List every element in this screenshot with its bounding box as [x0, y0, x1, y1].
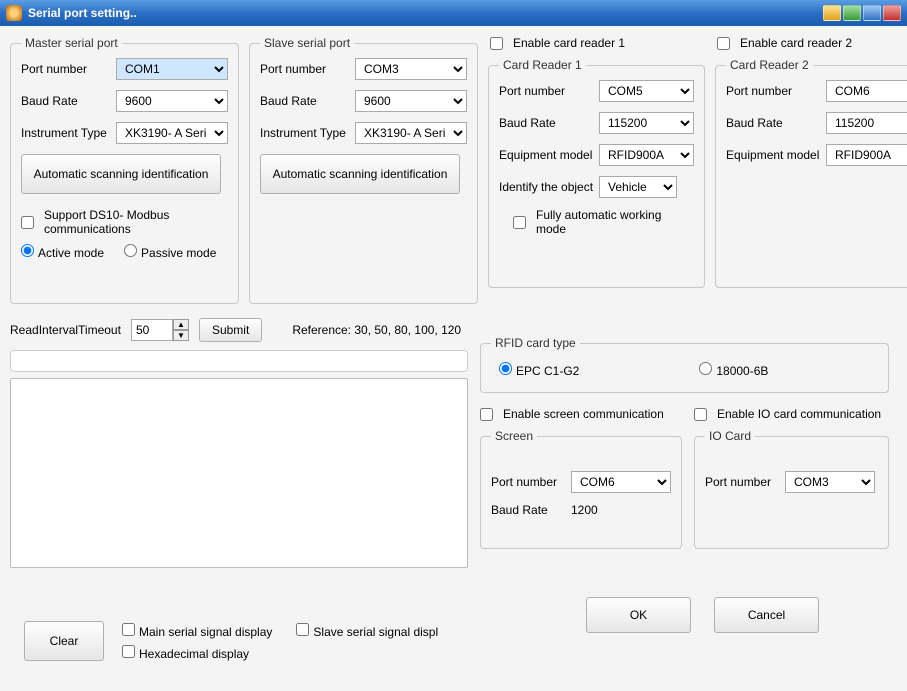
iocard-port-label: Port number	[705, 475, 785, 489]
cancel-button[interactable]: Cancel	[714, 597, 819, 633]
active-mode-radio-wrap[interactable]: Active mode	[21, 244, 104, 260]
iocard-group: IO Card Port numberCOM3	[694, 429, 889, 549]
enable-reader2-label: Enable card reader 2	[740, 36, 852, 50]
reader1-column: Enable card reader 1 Card Reader 1 Port …	[488, 36, 705, 304]
main-signal-wrap[interactable]: Main serial signal display	[122, 623, 272, 639]
master-port-label: Port number	[21, 62, 116, 76]
rfid-18000-radio[interactable]	[699, 362, 712, 375]
reader1-model-label: Equipment model	[499, 148, 599, 162]
submit-button[interactable]: Submit	[199, 318, 262, 342]
slave-group: Slave serial port Port number COM3 Baud …	[249, 36, 478, 304]
timeout-label: ReadIntervalTimeout	[10, 323, 121, 337]
reader2-port-select[interactable]: COM6	[826, 80, 907, 102]
timeout-down-button[interactable]: ▼	[173, 330, 189, 341]
app-icon	[6, 5, 22, 21]
window-title: Serial port setting..	[28, 6, 137, 20]
reader2-legend: Card Reader 2	[726, 58, 813, 72]
iocard-legend: IO Card	[705, 429, 755, 443]
master-baud-label: Baud Rate	[21, 94, 116, 108]
log-textarea[interactable]	[10, 378, 468, 568]
clear-button[interactable]: Clear	[24, 621, 104, 661]
active-mode-radio[interactable]	[21, 244, 34, 257]
passive-mode-radio-wrap[interactable]: Passive mode	[124, 244, 216, 260]
main-signal-checkbox[interactable]	[122, 623, 135, 636]
support-ds10-checkbox[interactable]	[21, 216, 34, 229]
rfid-group: RFID card type EPC C1-G2 18000-6B	[480, 336, 889, 393]
screen-baud-value: 1200	[571, 503, 598, 517]
reader2-port-label: Port number	[726, 84, 826, 98]
reader1-auto-checkbox[interactable]	[513, 216, 526, 229]
reader1-object-label: Identify the object	[499, 180, 599, 194]
maximize-button[interactable]	[843, 5, 861, 21]
slave-baud-label: Baud Rate	[260, 94, 355, 108]
screen-port-label: Port number	[491, 475, 571, 489]
master-port-select[interactable]: COM1	[116, 58, 228, 80]
slave-instr-select[interactable]: XK3190- A Serial	[355, 122, 467, 144]
rfid-legend: RFID card type	[491, 336, 580, 350]
slave-instr-label: Instrument Type	[260, 126, 355, 140]
master-instr-label: Instrument Type	[21, 126, 116, 140]
enable-reader1-checkbox[interactable]	[490, 37, 503, 50]
support-ds10-label: Support DS10- Modbus communications	[44, 208, 228, 236]
timeout-input[interactable]	[131, 319, 173, 341]
status-bar	[10, 350, 468, 372]
rfid-opt1-wrap[interactable]: EPC C1-G2	[499, 362, 579, 378]
reader1-model-select[interactable]: RFID900A	[599, 144, 694, 166]
ok-button[interactable]: OK	[586, 597, 691, 633]
passive-mode-radio[interactable]	[124, 244, 137, 257]
hex-checkbox[interactable]	[122, 645, 135, 658]
reader1-baud-label: Baud Rate	[499, 116, 599, 130]
timeout-up-button[interactable]: ▲	[173, 319, 189, 330]
rfid-epc-radio[interactable]	[499, 362, 512, 375]
reader2-group: Card Reader 2 Port numberCOM6 Baud Rate1…	[715, 58, 907, 288]
slave-port-select[interactable]: COM3	[355, 58, 467, 80]
close-button[interactable]	[883, 5, 901, 21]
screen-port-select[interactable]: COM6	[571, 471, 671, 493]
reader2-model-select[interactable]: RFID900A	[826, 144, 907, 166]
reader1-object-select[interactable]: Vehicle	[599, 176, 677, 198]
timeout-reference: Reference: 30, 50, 80, 100, 120	[292, 323, 461, 337]
enable-iocard-checkbox[interactable]	[694, 408, 707, 421]
master-instr-select[interactable]: XK3190- A Serial	[116, 122, 228, 144]
reader2-baud-select[interactable]: 115200	[826, 112, 907, 134]
reader1-baud-select[interactable]: 115200	[599, 112, 694, 134]
minimize-button[interactable]	[823, 5, 841, 21]
slave-port-label: Port number	[260, 62, 355, 76]
screen-legend: Screen	[491, 429, 537, 443]
enable-reader2-checkbox[interactable]	[717, 37, 730, 50]
iocard-port-select[interactable]: COM3	[785, 471, 875, 493]
enable-reader1-label: Enable card reader 1	[513, 36, 625, 50]
hex-wrap[interactable]: Hexadecimal display	[122, 645, 438, 661]
slave-legend: Slave serial port	[260, 36, 354, 50]
rfid-opt2-wrap[interactable]: 18000-6B	[699, 362, 768, 378]
master-legend: Master serial port	[21, 36, 122, 50]
reader2-model-label: Equipment model	[726, 148, 826, 162]
slave-signal-checkbox[interactable]	[296, 623, 309, 636]
reader1-legend: Card Reader 1	[499, 58, 586, 72]
master-baud-select[interactable]: 9600	[116, 90, 228, 112]
enable-screen-label: Enable screen communication	[503, 407, 664, 421]
master-group: Master serial port Port number COM1 Baud…	[10, 36, 239, 304]
reader1-port-select[interactable]: COM5	[599, 80, 694, 102]
reader2-baud-label: Baud Rate	[726, 116, 826, 130]
slave-baud-select[interactable]: 9600	[355, 90, 467, 112]
screen-group: Screen Port numberCOM6 Baud Rate1200	[480, 429, 682, 549]
enable-screen-checkbox[interactable]	[480, 408, 493, 421]
enable-iocard-label: Enable IO card communication	[717, 407, 881, 421]
restore-button[interactable]	[863, 5, 881, 21]
slave-scan-button[interactable]: Automatic scanning identification	[260, 154, 460, 194]
reader1-auto-label: Fully automatic working mode	[536, 208, 694, 236]
reader1-group: Card Reader 1 Port numberCOM5 Baud Rate1…	[488, 58, 705, 288]
reader1-port-label: Port number	[499, 84, 599, 98]
screen-baud-label: Baud Rate	[491, 503, 571, 517]
reader2-column: Enable card reader 2 Card Reader 2 Port …	[715, 36, 907, 304]
master-scan-button[interactable]: Automatic scanning identification	[21, 154, 221, 194]
slave-signal-wrap[interactable]: Slave serial signal displ	[296, 623, 438, 639]
titlebar: Serial port setting..	[0, 0, 907, 26]
